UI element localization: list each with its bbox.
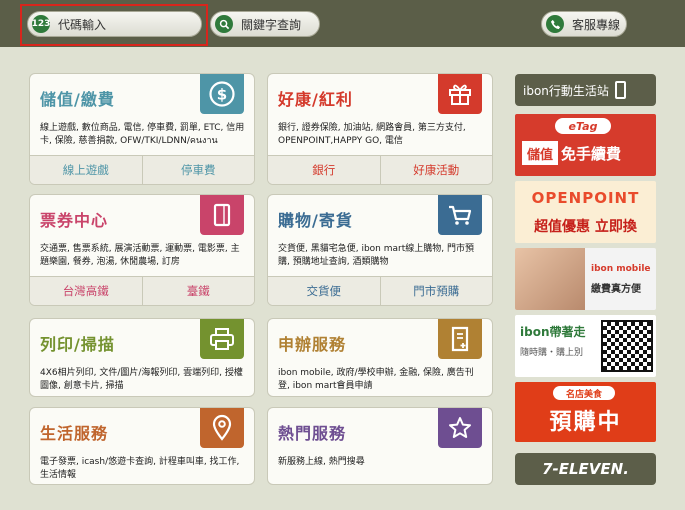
card-apply-desc: ibon mobile, 政府/學校申辦, 金融, 保險, 廣告刊登, ibon… <box>278 368 474 391</box>
card-tickets-title: 票券中心 <box>40 211 109 230</box>
card-print-title: 列印/掃描 <box>40 335 115 354</box>
card-topup[interactable]: 儲值/繳費 $ 線上遊戲, 數位商品, 電信, 停車費, 罰單, ETC, 信用… <box>29 73 255 185</box>
star-icon <box>438 408 482 448</box>
ibon-take-away-text: 隨時購・購上別 <box>520 348 584 358</box>
card-topup-title: 儲值/繳費 <box>40 90 115 109</box>
card-tickets-desc: 交通票, 售票系統, 展演活動票, 運動票, 電影票, 主題樂園, 餐券, 泡湯… <box>40 244 240 267</box>
code-input-button[interactable]: 123 代碼輸入 <box>27 11 202 37</box>
family-photo <box>515 248 585 310</box>
store-preorder-button[interactable]: 門市預購 <box>379 277 493 305</box>
card-shopping-desc: 交貨便, 黑貓宅急便, ibon mart線上購物, 門市預購, 預購地址查詢,… <box>278 244 474 267</box>
openpoint-text: 超值優惠 立即換 <box>534 219 637 235</box>
card-deals-title: 好康/紅利 <box>278 90 353 109</box>
ibon-take-away-logo: ibon帶著走 <box>520 325 586 339</box>
card-hot-desc: 新服務上線, 熱門搜尋 <box>278 457 365 467</box>
card-life[interactable]: 生活服務 電子發票, icash/悠遊卡查詢, 計程車叫車, 找工作, 生活情報 <box>29 407 255 485</box>
card-life-desc: 電子發票, icash/悠遊卡查詢, 計程車叫車, 找工作, 生活情報 <box>40 457 240 480</box>
card-print[interactable]: 列印/掃描 4X6相片列印, 文件/圖片/海報列印, 雲端列印, 授權圖像, 創… <box>29 318 255 397</box>
card-apply-title: 申辦服務 <box>278 335 347 354</box>
dollar-icon: $ <box>200 74 244 114</box>
tra-button[interactable]: 臺鐵 <box>141 277 255 305</box>
card-life-title: 生活服務 <box>40 424 109 443</box>
svg-text:$: $ <box>217 86 227 104</box>
phone-icon <box>546 15 564 33</box>
parking-fee-button[interactable]: 停車費 <box>141 156 255 184</box>
etag-logo: eTag <box>555 118 611 134</box>
deals-activity-button[interactable]: 好康活動 <box>379 156 493 184</box>
seven-eleven-button[interactable]: 7-ELEVEN. <box>515 453 656 485</box>
card-topup-desc: 線上遊戲, 數位商品, 電信, 停車費, 罰單, ETC, 信用卡, 保險, 慈… <box>40 123 245 146</box>
search-icon <box>215 15 233 33</box>
ibon-mobile-logo: ibon mobile <box>591 264 651 274</box>
keyword-search-button[interactable]: 關鍵字查詢 <box>210 11 320 37</box>
card-shopping[interactable]: 購物/寄貨 交貨便, 黑貓宅急便, ibon mart線上購物, 門市預購, 預… <box>267 194 493 306</box>
card-deals[interactable]: 好康/紅利 銀行, 證券保險, 加油站, 網路會員, 第三方支付, OPENPO… <box>267 73 493 185</box>
gift-icon <box>438 74 482 114</box>
card-tickets[interactable]: 票券中心 交通票, 售票系統, 展演活動票, 運動票, 電影票, 主題樂園, 餐… <box>29 194 255 306</box>
etag-no-fee-text: 免手續費 <box>561 144 622 163</box>
cart-icon <box>438 195 482 235</box>
code-input-label: 代碼輸入 <box>58 17 107 32</box>
ibon-mobile-banner[interactable]: ibon mobile 繳費真方便 <box>515 248 656 310</box>
location-pin-icon <box>200 408 244 448</box>
form-icon <box>438 319 482 359</box>
card-hot[interactable]: 熱門服務 新服務上線, 熱門搜尋 <box>267 407 493 485</box>
card-deals-desc: 銀行, 證券保險, 加油站, 網路會員, 第三方支付, OPENPOINT,HA… <box>278 123 466 146</box>
ibon-qr-banner[interactable]: ibon帶著走 隨時購・購上別 <box>515 315 656 377</box>
card-hot-title: 熱門服務 <box>278 424 347 443</box>
bank-button[interactable]: 銀行 <box>268 156 380 184</box>
ibon-mobile-text: 繳費真方便 <box>591 284 641 295</box>
online-game-button[interactable]: 線上遊戲 <box>30 156 142 184</box>
mobile-phone-icon <box>614 81 626 99</box>
ibon-station-label: ibon行動生活站 <box>523 83 609 98</box>
ticket-icon <box>200 195 244 235</box>
keyword-search-label: 關鍵字查詢 <box>241 17 302 32</box>
code-123-icon: 123 <box>32 15 50 33</box>
ibon-station-button[interactable]: ibon行動生活站 <box>515 74 656 106</box>
card-shopping-title: 購物/寄貨 <box>278 211 353 230</box>
qr-code-icon <box>601 320 653 372</box>
customer-service-label: 客服專線 <box>572 17 621 32</box>
preorder-text: 預購中 <box>549 410 622 435</box>
preorder-banner[interactable]: 名店美食 預購中 <box>515 382 656 442</box>
card-apply[interactable]: 申辦服務 ibon mobile, 政府/學校申辦, 金融, 保險, 廣告刊登,… <box>267 318 493 397</box>
etag-topup-text: 儲值 <box>522 141 558 165</box>
delivery-button[interactable]: 交貨便 <box>268 277 380 305</box>
etag-banner[interactable]: eTag 儲值 免手續費 <box>515 114 656 176</box>
openpoint-logo: OPENPOINT <box>531 189 640 207</box>
customer-service-button[interactable]: 客服專線 <box>541 11 627 37</box>
openpoint-banner[interactable]: OPENPOINT 超值優惠 立即換 <box>515 181 656 243</box>
card-print-desc: 4X6相片列印, 文件/圖片/海報列印, 雲端列印, 授權圖像, 創意卡片, 掃… <box>40 368 243 391</box>
preorder-tag: 名店美食 <box>553 386 615 400</box>
printer-icon <box>200 319 244 359</box>
thsr-button[interactable]: 台灣高鐵 <box>30 277 142 305</box>
